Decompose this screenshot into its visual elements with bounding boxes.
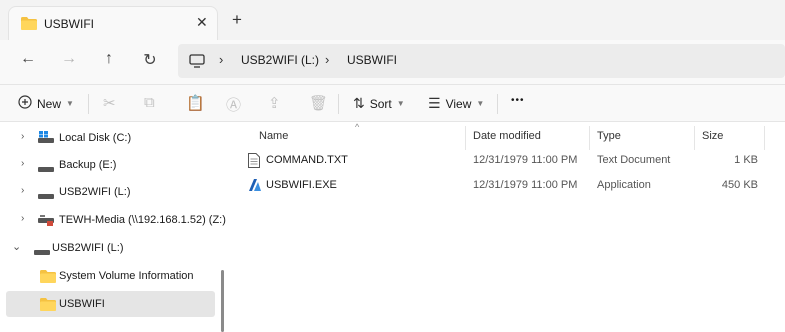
up-button[interactable]: ↑ — [97, 50, 121, 68]
drive-icon — [34, 245, 50, 259]
delete-icon[interactable]: 🗑 — [309, 94, 328, 112]
share-icon[interactable]: ⇪ — [268, 94, 281, 112]
divider — [497, 94, 498, 114]
network-drive-icon — [38, 215, 54, 229]
chevron-right-icon[interactable]: › — [21, 213, 24, 224]
navigation-bar: ← → ↑ ↻ › USB2WIFI (L:) › USBWIFI — [0, 40, 785, 84]
drive-icon — [38, 189, 54, 203]
sidebar-item-label: USB2WIFI (L:) — [59, 186, 131, 198]
file-type: Text Document — [597, 154, 671, 166]
text-file-icon — [248, 153, 260, 171]
more-options-button[interactable]: ••• — [511, 95, 525, 106]
sidebar-item-label: System Volume Information — [59, 270, 194, 282]
new-tab-button[interactable]: + — [232, 11, 242, 28]
column-divider[interactable] — [589, 126, 590, 150]
file-name: USBWIFI.EXE — [266, 179, 337, 191]
cut-icon[interactable]: ✂ — [103, 94, 116, 112]
sidebar-item-label: USBWIFI — [59, 298, 105, 310]
file-row[interactable]: USBWIFI.EXE 12/31/1979 11:00 PM Applicat… — [240, 174, 780, 198]
divider — [338, 94, 339, 114]
column-divider[interactable] — [694, 126, 695, 150]
tab-title: USBWIFI — [44, 17, 94, 31]
refresh-button[interactable]: ↻ — [138, 50, 162, 70]
local-disk-icon — [38, 131, 54, 147]
sort-ascending-icon: ^ — [355, 122, 360, 132]
sidebar-item-usbwifi[interactable]: USBWIFI — [6, 291, 215, 317]
breadcrumb-separator[interactable]: › — [219, 52, 223, 67]
copy-icon[interactable]: ⧉ — [144, 94, 155, 111]
navigation-scrollbar[interactable] — [221, 270, 224, 332]
file-name: COMMAND.TXT — [266, 154, 348, 166]
new-button[interactable]: New ▼ — [18, 95, 74, 112]
breadcrumb-usbwifi[interactable]: USBWIFI — [347, 53, 397, 67]
chevron-right-icon[interactable]: › — [21, 185, 24, 196]
chevron-down-icon: ▼ — [66, 99, 74, 108]
breadcrumb-usb2wifi[interactable]: USB2WIFI (L:) — [241, 53, 319, 67]
sort-icon: ⇅ — [353, 95, 365, 111]
sidebar-item-usb2wifi-l-expanded[interactable]: ⌄ USB2WIFI (L:) — [6, 235, 215, 261]
sidebar-item-local-disk-c[interactable]: › Local Disk (C:) — [6, 125, 215, 151]
file-row[interactable]: COMMAND.TXT 12/31/1979 11:00 PM Text Doc… — [240, 149, 780, 173]
chevron-down-icon[interactable]: ⌄ — [12, 240, 21, 253]
sidebar-item-label: Backup (E:) — [59, 159, 117, 171]
plus-circle-icon — [18, 95, 32, 112]
application-icon — [248, 178, 262, 195]
folder-icon — [40, 270, 56, 286]
chevron-right-icon[interactable]: › — [21, 131, 24, 142]
column-divider[interactable] — [465, 126, 466, 150]
drive-icon — [38, 162, 54, 176]
new-label: New — [37, 96, 62, 111]
divider — [88, 94, 89, 114]
command-bar: New ▼ ✂ ⧉ 📋 Ⓐ ⇪ 🗑 ⇅ Sort ▼ ☰ View ▼ ••• — [0, 84, 785, 122]
column-header-type[interactable]: Type — [597, 130, 621, 142]
breadcrumb-separator[interactable]: › — [325, 52, 329, 67]
address-bar[interactable]: › USB2WIFI (L:) › USBWIFI — [178, 44, 785, 78]
tab-usbwifi[interactable]: USBWIFI ✕ — [8, 6, 218, 40]
navigation-pane: › Local Disk (C:) › Backup (E:) › USB2WI… — [0, 122, 228, 332]
sidebar-item-label: TEWH-Media (\\192.168.1.52) (Z:) — [59, 214, 226, 226]
sidebar-item-label: USB2WIFI (L:) — [52, 242, 124, 254]
paste-icon[interactable]: 📋 — [186, 94, 205, 112]
column-header-size[interactable]: Size — [702, 130, 723, 142]
sidebar-item-usb2wifi-l[interactable]: › USB2WIFI (L:) — [6, 179, 215, 205]
this-pc-icon[interactable] — [189, 54, 205, 71]
column-header-name[interactable]: Name — [259, 130, 288, 142]
folder-icon — [40, 298, 56, 314]
file-date: 12/31/1979 11:00 PM — [473, 179, 578, 191]
column-header-date-modified[interactable]: Date modified — [473, 130, 541, 142]
chevron-right-icon[interactable]: › — [21, 158, 24, 169]
sidebar-item-backup-e[interactable]: › Backup (E:) — [6, 152, 215, 178]
sort-label: Sort — [369, 96, 392, 111]
chevron-down-icon: ▼ — [396, 99, 405, 108]
folder-icon — [21, 17, 37, 33]
sort-button[interactable]: ⇅ Sort ▼ — [353, 95, 405, 112]
chevron-down-icon: ▼ — [476, 99, 485, 108]
file-size: 1 KB — [734, 154, 758, 166]
view-button[interactable]: ☰ View ▼ — [428, 95, 484, 112]
back-button[interactable]: ← — [16, 50, 40, 68]
file-type: Application — [597, 179, 651, 191]
forward-button[interactable]: → — [57, 50, 81, 68]
file-list: ^ Name Date modified Type Size COMMAND.T… — [228, 122, 785, 332]
file-date: 12/31/1979 11:00 PM — [473, 154, 578, 166]
sidebar-item-tewh-media-z[interactable]: › TEWH-Media (\\192.168.1.52) (Z:) — [6, 207, 226, 233]
tab-strip: USBWIFI ✕ + — [0, 0, 785, 40]
close-tab-icon[interactable]: ✕ — [196, 14, 208, 31]
view-label: View — [445, 96, 472, 111]
rename-icon[interactable]: Ⓐ — [226, 94, 241, 115]
column-divider[interactable] — [764, 126, 765, 150]
file-size: 450 KB — [721, 179, 758, 191]
sidebar-item-system-volume-information[interactable]: System Volume Information — [6, 263, 215, 289]
view-list-icon: ☰ — [428, 95, 441, 111]
sidebar-item-label: Local Disk (C:) — [59, 132, 132, 144]
